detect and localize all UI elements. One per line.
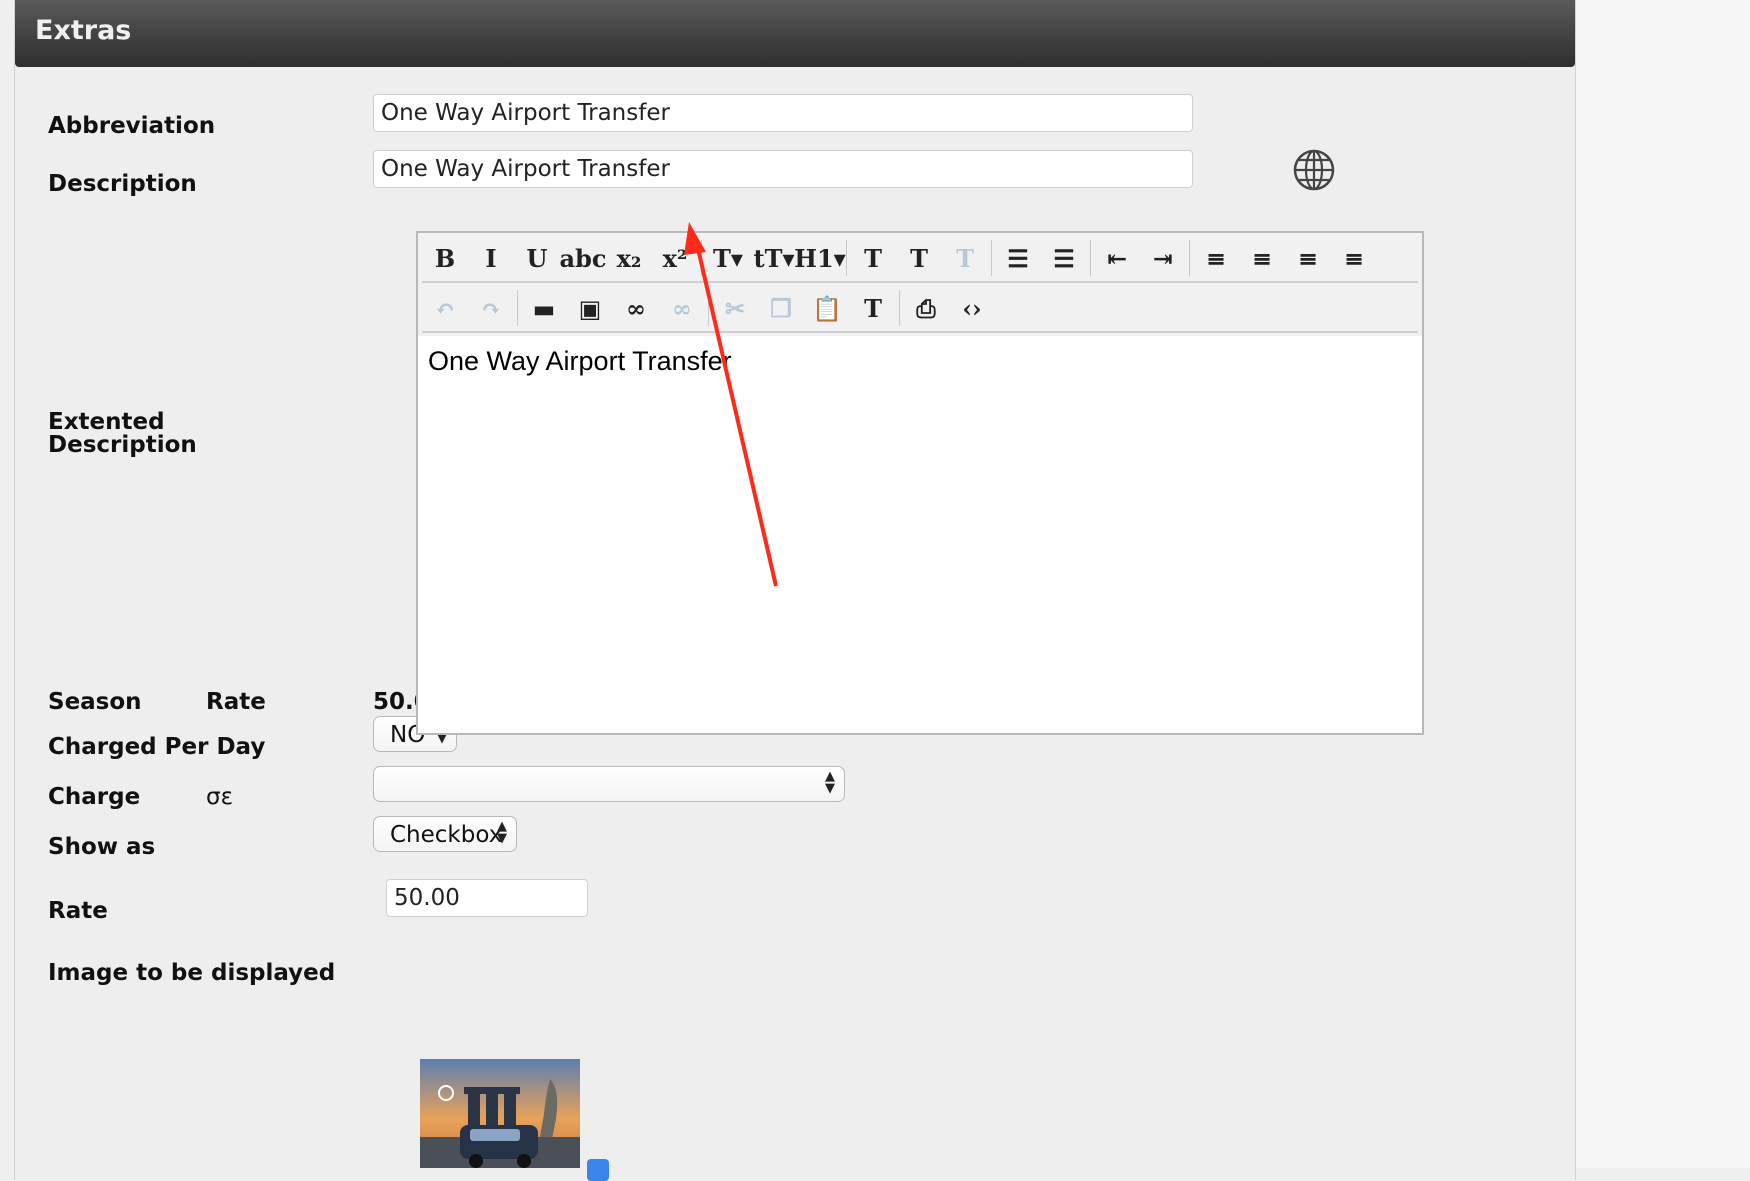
copy-icon[interactable]: ❐ [758, 287, 804, 329]
description-input[interactable] [373, 150, 1193, 188]
print-icon[interactable]: ⎙ [903, 287, 949, 329]
superscript-icon[interactable]: x² [652, 237, 698, 279]
charge-select[interactable]: ▲ ▼ [373, 766, 845, 802]
horizontal-rule-icon[interactable]: ▬ [521, 287, 567, 329]
toolbar-separator [899, 290, 900, 326]
toolbar-separator [1189, 240, 1190, 276]
text-color-icon[interactable]: T [850, 237, 896, 279]
align-center-icon[interactable]: ≡ [1239, 237, 1285, 279]
subscript-icon[interactable]: x₂ [606, 237, 652, 279]
extended-description-label-line2: Description [48, 432, 197, 458]
paste-text-icon[interactable]: T [850, 287, 896, 329]
description-label: Description [48, 171, 197, 197]
italic-icon[interactable]: I [468, 237, 514, 279]
toolbar-separator [846, 240, 847, 276]
rate-input[interactable] [386, 879, 588, 917]
source-code-icon[interactable]: ‹› [949, 287, 995, 329]
font-family-icon[interactable]: T▾ [705, 237, 751, 279]
undo-icon[interactable]: ↶ [422, 287, 468, 329]
toolbar-separator [701, 240, 702, 276]
season-label: Season [48, 689, 142, 715]
editor-toolbar: B I Uabc x₂ x² T▾ tT▾ H1▾ T T T ☰ ☰ ⇤ ⇥ ≡ ≡ ≡ ≡ ↶ ↷ ▬ ▣ ∞ ∞ ✂ ❐ 📋 T… [418, 233, 1422, 336]
toolbar-separator [991, 240, 992, 276]
season-rate-label: Rate [206, 689, 266, 715]
align-left-icon[interactable]: ≡ [1193, 237, 1239, 279]
insert-link-icon[interactable]: ∞ [613, 287, 659, 329]
charged-per-day-label: Charged Per Day [48, 734, 266, 760]
select-arrows-icon: ▲▼ [497, 819, 507, 846]
font-size-icon[interactable]: tT▾ [751, 237, 797, 279]
show-as-select[interactable]: Checkbox ▲ ▼ [373, 816, 517, 852]
highlight-icon[interactable]: T [896, 237, 942, 279]
numbered-list-icon[interactable]: ☰ [1041, 237, 1087, 279]
redo-icon[interactable]: ↷ [468, 287, 514, 329]
cut-icon[interactable]: ✂ [712, 287, 758, 329]
charge-currency-symbol: σε [206, 784, 234, 810]
editor-content[interactable]: One Way Airport Transfer [428, 346, 732, 377]
justify-icon[interactable]: ≡ [1331, 237, 1377, 279]
abbreviation-input[interactable] [373, 94, 1193, 132]
toolbar-separator [517, 290, 518, 326]
outdent-icon[interactable]: ⇤ [1094, 237, 1140, 279]
toolbar-separator [1090, 240, 1091, 276]
translate-globe-icon[interactable] [1291, 147, 1337, 193]
clear-format-icon[interactable]: T [942, 237, 988, 279]
toolbar-row-1: B I Uabc x₂ x² T▾ tT▾ H1▾ T T T ☰ ☰ ⇤ ⇥ ≡ ≡ ≡ ≡ [422, 235, 1418, 283]
panel-header: Extras [15, 0, 1575, 67]
rate-label: Rate [48, 898, 108, 924]
charge-label: Charge [48, 784, 141, 810]
indent-icon[interactable]: ⇥ [1140, 237, 1186, 279]
select-arrows-icon: ▲▼ [825, 769, 835, 796]
insert-image-icon[interactable]: ▣ [567, 287, 613, 329]
extended-description-label: Extented Description [48, 411, 197, 457]
heading-icon[interactable]: H1▾ [794, 237, 845, 279]
bullet-list-icon[interactable]: ☰ [995, 237, 1041, 279]
extra-thumbnail-image [420, 1059, 580, 1168]
align-right-icon[interactable]: ≡ [1285, 237, 1331, 279]
toolbar-row-2: ↶ ↷ ▬ ▣ ∞ ∞ ✂ ❐ 📋 T ⎙ ‹› [422, 285, 1418, 333]
strikethrough-icon[interactable]: abc [560, 237, 607, 279]
toolbar-separator [708, 290, 709, 326]
paste-icon[interactable]: 📋 [804, 287, 850, 329]
image-label: Image to be displayed [48, 960, 336, 986]
bold-icon[interactable]: B [422, 237, 468, 279]
rich-text-editor[interactable]: B I Uabc x₂ x² T▾ tT▾ H1▾ T T T ☰ ☰ ⇤ ⇥ ≡ ≡ ≡ ≡ ↶ ↷ ▬ ▣ ∞ ∞ ✂ ❐ 📋 T… [416, 231, 1424, 735]
abbreviation-label: Abbreviation [48, 113, 216, 139]
underline-icon[interactable]: U [514, 237, 560, 279]
unlink-icon[interactable]: ∞ [659, 287, 705, 329]
show-as-value: Checkbox [390, 822, 503, 848]
panel-title: Extras [35, 15, 132, 46]
image-display-checkbox[interactable] [587, 1159, 609, 1181]
show-as-label: Show as [48, 834, 156, 860]
page-background [1576, 0, 1750, 1168]
